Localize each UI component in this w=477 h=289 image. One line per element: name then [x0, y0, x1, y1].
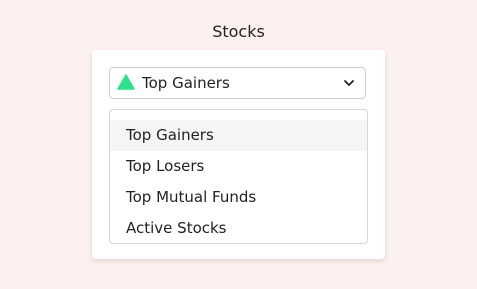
stocks-card: Top Gainers Top Gainers Top Losers Top M… [92, 50, 385, 259]
option-top-gainers[interactable]: Top Gainers [110, 120, 367, 151]
dropdown-options: Top Gainers Top Losers Top Mutual Funds … [109, 109, 368, 244]
option-active-stocks[interactable]: Active Stocks [110, 213, 367, 244]
trend-up-triangle-icon [117, 74, 135, 90]
stock-filter-select[interactable]: Top Gainers [109, 67, 366, 99]
page-title: Stocks [212, 22, 265, 41]
chevron-down-icon[interactable] [343, 78, 355, 88]
option-top-mutual-funds[interactable]: Top Mutual Funds [110, 182, 367, 213]
option-top-losers[interactable]: Top Losers [110, 151, 367, 182]
selected-value: Top Gainers [142, 74, 230, 92]
